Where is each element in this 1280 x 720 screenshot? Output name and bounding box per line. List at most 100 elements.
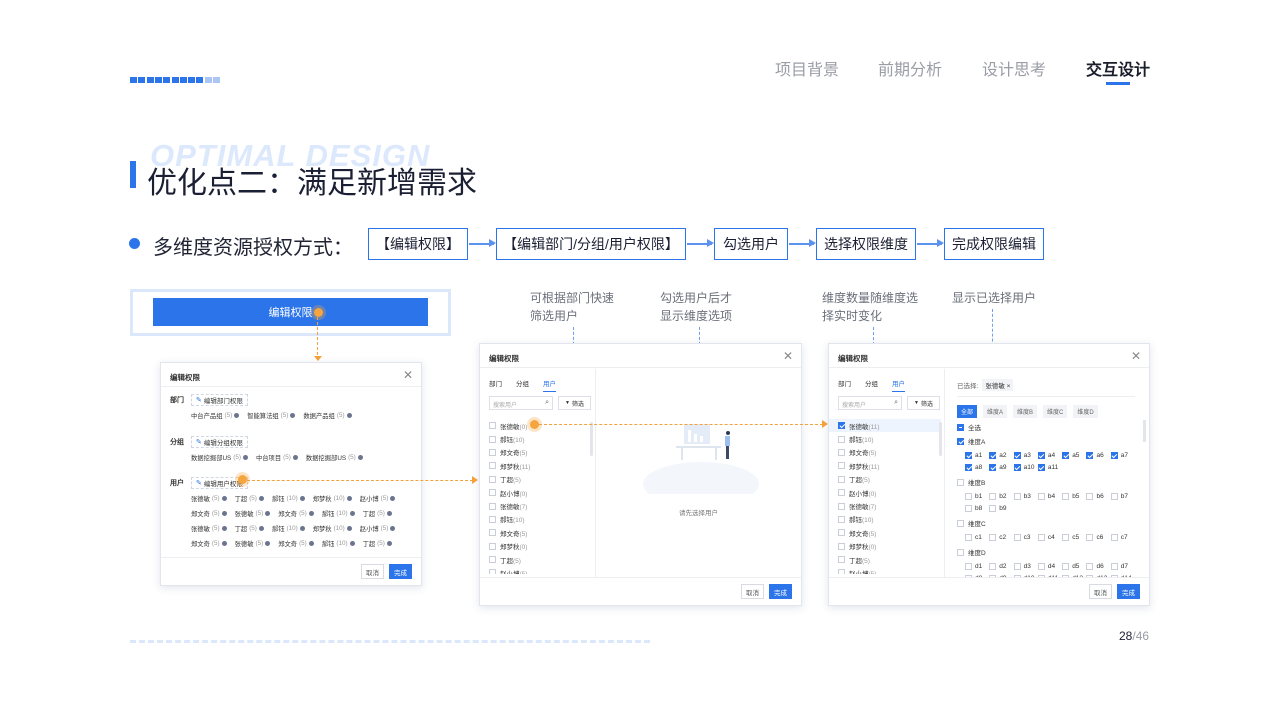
dimension-option[interactable]: c5 <box>1062 531 1086 543</box>
dimension-option[interactable]: d1 <box>965 560 989 572</box>
user-list-item[interactable]: 郑文奇(5) <box>480 526 592 539</box>
dimension-option[interactable]: b3 <box>1013 490 1038 502</box>
remove-icon[interactable] <box>349 541 355 546</box>
checkbox[interactable] <box>989 492 997 500</box>
remove-icon[interactable] <box>308 541 314 546</box>
checkbox[interactable] <box>965 463 972 471</box>
remove-icon[interactable] <box>346 413 352 418</box>
done-button[interactable]: 完成 <box>389 564 412 579</box>
user-list-item[interactable]: 郑梦秋(11) <box>829 459 941 472</box>
checkbox[interactable] <box>1037 562 1045 570</box>
dimension-group-checkbox[interactable]: 维度C <box>957 518 1149 528</box>
search-input[interactable]: 搜索用户 ⌕ <box>489 396 553 410</box>
user-list-item[interactable]: 赵小博(5) <box>829 566 941 574</box>
checkbox[interactable] <box>1110 533 1118 541</box>
dimension-option[interactable]: c6 <box>1086 531 1110 543</box>
remove-icon[interactable] <box>234 413 240 418</box>
dimension-option[interactable]: d6 <box>1086 560 1110 572</box>
dimension-option[interactable]: a3 <box>1013 449 1038 461</box>
dimension-tab[interactable]: 全部 <box>957 405 978 418</box>
search-icon[interactable]: ⌕ <box>545 399 549 407</box>
dimension-option[interactable]: c3 <box>1013 531 1038 543</box>
checkbox[interactable] <box>1086 533 1094 541</box>
remove-icon[interactable] <box>242 455 248 460</box>
user-list-item[interactable]: 丁超(5) <box>829 473 941 486</box>
done-button[interactable]: 完成 <box>769 584 792 599</box>
checkbox[interactable] <box>1062 533 1070 541</box>
dimension-group-checkbox[interactable]: 维度A <box>957 436 1149 446</box>
checkbox[interactable] <box>838 556 845 564</box>
tab-user[interactable]: 用户 <box>543 378 556 392</box>
checkbox[interactable] <box>838 502 845 510</box>
checkbox[interactable] <box>489 489 496 497</box>
dimension-option[interactable]: a10 <box>1013 461 1038 473</box>
tab-group[interactable]: 分组 <box>865 378 878 392</box>
remove-icon[interactable] <box>346 526 352 531</box>
remove-icon[interactable] <box>390 496 396 501</box>
edit-section-button[interactable]: ✎ 编辑部门权限 <box>191 394 248 406</box>
dimension-option[interactable]: d4 <box>1037 560 1062 572</box>
checkbox[interactable] <box>1037 451 1045 459</box>
close-icon[interactable]: ✕ <box>403 368 413 382</box>
checkbox[interactable] <box>965 533 972 541</box>
remove-icon[interactable] <box>221 526 227 531</box>
dimension-option[interactable]: a5 <box>1062 449 1086 461</box>
tab-department[interactable]: 部门 <box>489 378 502 392</box>
dimension-option[interactable]: c4 <box>1037 531 1062 543</box>
nav-item-thinking[interactable]: 设计思考 <box>982 56 1046 80</box>
user-list-item[interactable]: 郝钰(10) <box>829 513 941 526</box>
dimension-option[interactable]: d2 <box>989 560 1013 572</box>
remove-icon[interactable] <box>290 413 296 418</box>
dimension-option[interactable]: b7 <box>1110 490 1135 502</box>
user-list-item[interactable]: 郝钰(10) <box>480 432 592 445</box>
checkbox[interactable] <box>1013 533 1021 541</box>
checkbox[interactable] <box>838 542 845 550</box>
checkbox[interactable] <box>1062 492 1070 500</box>
checkbox[interactable] <box>957 519 964 527</box>
remove-icon[interactable] <box>386 541 392 546</box>
remove-icon[interactable] <box>349 511 355 516</box>
checkbox[interactable] <box>838 515 845 523</box>
checkbox[interactable] <box>838 529 845 537</box>
checkbox[interactable] <box>1086 492 1094 500</box>
checkbox[interactable] <box>1062 451 1070 459</box>
user-list-item[interactable]: 郑文奇(5) <box>829 526 941 539</box>
dimension-tab[interactable]: 维度A <box>983 405 1008 418</box>
checkbox[interactable] <box>1110 451 1118 459</box>
close-icon[interactable]: ✕ <box>1131 349 1141 363</box>
checkbox[interactable] <box>1062 562 1070 570</box>
remove-icon[interactable]: × <box>1007 383 1011 390</box>
dimension-option[interactable]: b5 <box>1062 490 1086 502</box>
checkbox[interactable] <box>965 492 972 500</box>
remove-icon[interactable] <box>346 496 352 501</box>
checkbox[interactable] <box>957 548 964 556</box>
user-list-item[interactable]: 赵小博(0) <box>829 486 941 499</box>
checkbox[interactable] <box>1013 451 1021 459</box>
checkbox[interactable] <box>838 569 845 574</box>
scrollbar[interactable] <box>939 422 942 456</box>
remove-icon[interactable] <box>308 511 314 516</box>
checkbox[interactable] <box>489 515 496 523</box>
nav-item-interaction[interactable]: 交互设计 <box>1086 56 1150 85</box>
cancel-button[interactable]: 取消 <box>1089 584 1112 599</box>
dimension-tab[interactable]: 维度C <box>1043 405 1068 418</box>
remove-icon[interactable] <box>265 511 271 516</box>
user-list-item[interactable]: 郝钰(10) <box>829 432 941 445</box>
search-input[interactable]: 搜索用户 ⌕ <box>838 396 902 410</box>
checkbox[interactable] <box>1110 492 1118 500</box>
checkbox[interactable] <box>965 562 972 570</box>
dimension-option[interactable]: a9 <box>989 461 1013 473</box>
user-list-item[interactable]: 郑梦秋(11) <box>480 459 592 472</box>
checkbox[interactable] <box>1037 533 1045 541</box>
user-list-item[interactable]: 张德敏(11) <box>829 419 941 433</box>
dimension-option[interactable]: a6 <box>1086 449 1110 461</box>
remove-icon[interactable] <box>221 541 227 546</box>
remove-icon[interactable] <box>390 526 396 531</box>
remove-icon[interactable] <box>221 496 227 501</box>
dimension-option[interactable]: b9 <box>989 502 1013 514</box>
checkbox[interactable] <box>1013 463 1021 471</box>
checkbox[interactable] <box>965 451 972 459</box>
dimension-option[interactable]: c7 <box>1110 531 1135 543</box>
checkbox[interactable] <box>489 422 496 430</box>
tab-group[interactable]: 分组 <box>516 378 529 392</box>
